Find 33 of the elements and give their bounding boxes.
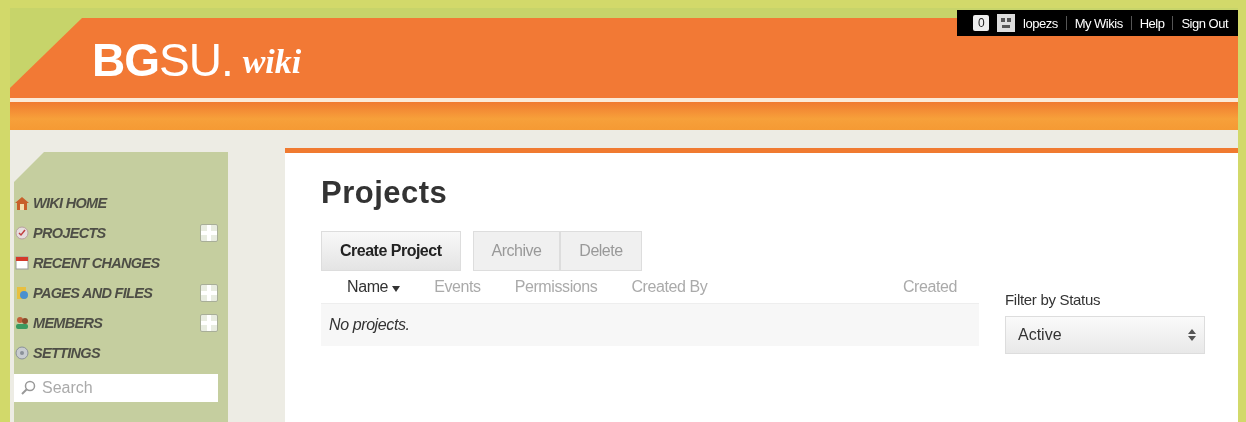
- add-icon[interactable]: [200, 314, 218, 332]
- top-link[interactable]: Help: [1139, 15, 1165, 31]
- add-icon[interactable]: [200, 284, 218, 302]
- column-header[interactable]: Name: [347, 278, 401, 296]
- sidebar-item[interactable]: PAGES AND FILES: [33, 285, 197, 301]
- projects-icon: [14, 225, 30, 241]
- status-select[interactable]: Active: [1005, 316, 1205, 354]
- settings-icon: [14, 345, 30, 361]
- action-button[interactable]: Create Project: [321, 231, 461, 271]
- home-icon: [14, 195, 30, 211]
- user-link[interactable]: lopezs: [1023, 15, 1058, 31]
- select-arrows-icon: [1188, 329, 1196, 341]
- empty-message: No projects.: [321, 304, 979, 346]
- sort-icon: [392, 286, 401, 292]
- top-link[interactable]: Sign Out: [1181, 15, 1228, 31]
- sidebar-item[interactable]: SETTINGS: [33, 345, 218, 361]
- top-link[interactable]: My Wikis: [1074, 15, 1123, 31]
- members-icon: [14, 315, 30, 331]
- sidebar-item[interactable]: MEMBERS: [33, 315, 197, 331]
- search-icon: [20, 380, 36, 396]
- sidebar-item[interactable]: PROJECTS: [33, 225, 197, 241]
- avatar-icon[interactable]: [997, 14, 1016, 32]
- filter-label: Filter by Status: [1005, 291, 1102, 308]
- sidebar-item[interactable]: WIKI HOME: [33, 195, 218, 211]
- page-title: Projects: [321, 175, 449, 211]
- pages-icon: [14, 285, 30, 301]
- notification-badge[interactable]: 0: [972, 15, 990, 31]
- search-field[interactable]: Search: [14, 374, 218, 402]
- sidebar-item[interactable]: RECENT CHANGES: [33, 255, 218, 271]
- add-icon[interactable]: [200, 224, 218, 242]
- logo-suffix: wiki: [242, 43, 302, 81]
- logo[interactable]: BGSU.: [92, 33, 233, 87]
- calendar-icon: [14, 255, 30, 271]
